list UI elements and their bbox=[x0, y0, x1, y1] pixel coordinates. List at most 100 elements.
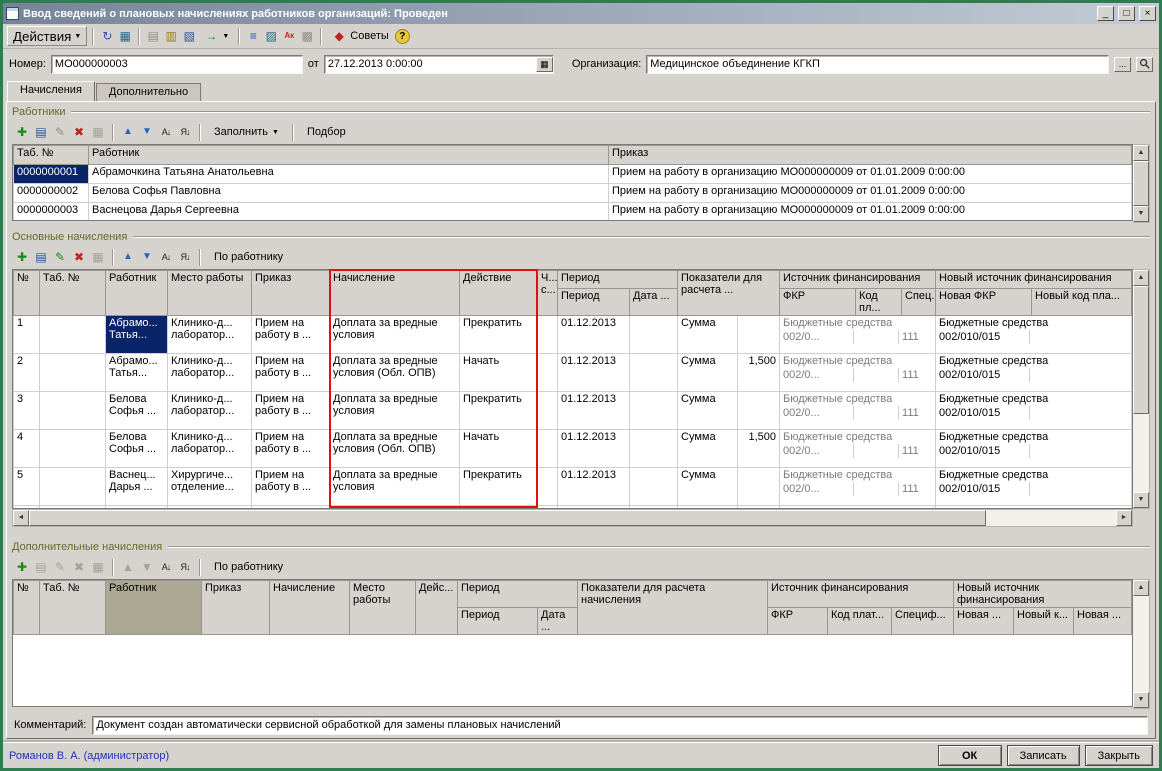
date-input[interactable] bbox=[325, 56, 536, 72]
cell-new-fin-source[interactable]: Бюджетные средства 002/010/015 bbox=[936, 430, 1132, 468]
cell-hours[interactable] bbox=[538, 468, 558, 506]
cell-new-fin-source[interactable]: Бюджетные средства 002/010/015 bbox=[936, 354, 1132, 392]
organization-input[interactable] bbox=[646, 55, 1109, 74]
cell-worker[interactable]: Белова Софья ... bbox=[106, 392, 168, 430]
cell-tab[interactable] bbox=[40, 430, 106, 468]
cell-tab[interactable] bbox=[40, 354, 106, 392]
structure-icon[interactable]: ▨ bbox=[263, 28, 279, 44]
cell-place[interactable]: Клинико-д... лаборатор... bbox=[168, 392, 252, 430]
scroll-up-icon[interactable]: ▲ bbox=[1133, 145, 1149, 161]
close-form-button[interactable]: Закрыть bbox=[1085, 745, 1153, 766]
cell-value[interactable]: 1,500 bbox=[738, 354, 780, 392]
table-row[interactable]: 0000000002 Белова Софья Павловна Прием н… bbox=[14, 184, 1132, 203]
cell-place[interactable]: Клинико-д... лаборатор... bbox=[168, 430, 252, 468]
cell-accrual[interactable]: Доплата за вредные условия bbox=[330, 468, 460, 506]
cell-worker[interactable]: Абрамо... Татья... bbox=[106, 354, 168, 392]
cell-tab[interactable] bbox=[40, 506, 106, 510]
cell-period[interactable]: 01.12.2013 bbox=[558, 506, 630, 510]
sort-asc-icon[interactable]: А↓ bbox=[158, 124, 174, 140]
table-row[interactable]: 2 Абрамо... Татья... Клинико-д... лабора… bbox=[14, 354, 1132, 392]
cell-date[interactable] bbox=[630, 430, 678, 468]
cell-action[interactable]: Начать bbox=[460, 506, 538, 510]
tab-additional[interactable]: Дополнительно bbox=[96, 83, 201, 101]
table-row[interactable]: 6 Васнец... Хирургиче... Прием на ... До… bbox=[14, 506, 1132, 510]
scroll-track[interactable] bbox=[29, 510, 1116, 526]
copy-row-icon[interactable]: ▤ bbox=[33, 124, 49, 140]
by-worker-button[interactable]: По работнику bbox=[207, 249, 290, 265]
cell-new-fin-source[interactable]: Бюджетные средства 002/010/015 bbox=[936, 468, 1132, 506]
edit-row-icon[interactable]: ✎ bbox=[52, 559, 68, 575]
number-input[interactable] bbox=[51, 55, 303, 74]
cell-worker[interactable]: Белова Софья Павловна bbox=[89, 184, 609, 203]
cell-order[interactable]: Прием на работу в организацию МО00000000… bbox=[609, 184, 1132, 203]
scroll-left-icon[interactable]: ◄ bbox=[13, 510, 29, 526]
cell-value[interactable] bbox=[738, 468, 780, 506]
scroll-up-icon[interactable]: ▲ bbox=[1133, 580, 1149, 596]
cell-accrual[interactable]: Доплата за вредные условия bbox=[330, 392, 460, 430]
table-row[interactable]: 4 Белова Софья ... Клинико-д... лаборато… bbox=[14, 430, 1132, 468]
cell-hours[interactable] bbox=[538, 430, 558, 468]
cell-date[interactable] bbox=[630, 506, 678, 510]
minimize-button[interactable]: _ bbox=[1097, 6, 1114, 21]
cell-fin-source[interactable]: Бюджетные средства 002/0...111 bbox=[780, 316, 936, 354]
close-button[interactable]: × bbox=[1139, 6, 1156, 21]
main-vertical-scrollbar[interactable]: ▲ ▼ bbox=[1133, 269, 1150, 509]
sort-asc-icon[interactable]: А↓ bbox=[158, 559, 174, 575]
cell-indicator[interactable]: Сумма bbox=[678, 354, 738, 392]
organization-select-button[interactable]: ... bbox=[1114, 57, 1131, 72]
grid-settings-icon[interactable]: ▦ bbox=[90, 559, 106, 575]
table-row[interactable]: 3 Белова Софья ... Клинико-д... лаборато… bbox=[14, 392, 1132, 430]
cell-order[interactable]: Прием на работу в ... bbox=[252, 468, 330, 506]
move-up-icon[interactable]: ▲ bbox=[120, 559, 136, 575]
cell-tab[interactable] bbox=[40, 316, 106, 354]
move-down-icon[interactable]: ▼ bbox=[139, 559, 155, 575]
cell-value[interactable] bbox=[738, 392, 780, 430]
calendar-button[interactable]: ▦ bbox=[536, 57, 553, 72]
cell-worker[interactable]: Абрамо... Татья... bbox=[106, 316, 168, 354]
help-icon[interactable]: ? bbox=[395, 29, 410, 44]
cell-date[interactable] bbox=[630, 392, 678, 430]
cell-hours[interactable] bbox=[538, 354, 558, 392]
cell-worker[interactable]: Васнец... Дарья ... bbox=[106, 468, 168, 506]
cell-date[interactable] bbox=[630, 354, 678, 392]
cell-order[interactable]: Прием на работу в ... bbox=[252, 354, 330, 392]
cell-indicator[interactable]: Сумма bbox=[678, 316, 738, 354]
add-row-icon[interactable]: ✚ bbox=[14, 249, 30, 265]
cell-tab[interactable]: 0000000002 bbox=[14, 184, 89, 203]
cell-value[interactable]: 1,500 bbox=[738, 506, 780, 510]
maximize-button[interactable]: □ bbox=[1118, 6, 1135, 21]
cell-indicator[interactable]: Сумма bbox=[678, 468, 738, 506]
cell-action[interactable]: Прекратить bbox=[460, 468, 538, 506]
cell-fin-source[interactable]: Бюджетные средства 002/0...111 bbox=[780, 468, 936, 506]
cell-order[interactable]: Прием на работу в организацию МО00000000… bbox=[609, 203, 1132, 222]
scroll-track[interactable] bbox=[1133, 286, 1149, 492]
add-row-icon[interactable]: ✚ bbox=[14, 124, 30, 140]
tab-accruals[interactable]: Начисления bbox=[7, 81, 95, 101]
scroll-track[interactable] bbox=[1133, 161, 1149, 206]
workers-vertical-scrollbar[interactable]: ▲ ▼ bbox=[1133, 144, 1150, 223]
cell-place[interactable]: Хирургиче... bbox=[168, 506, 252, 510]
pick-button[interactable]: Подбор bbox=[300, 124, 353, 140]
scroll-up-icon[interactable]: ▲ bbox=[1133, 270, 1149, 286]
move-down-icon[interactable]: ▼ bbox=[139, 249, 155, 265]
scroll-down-icon[interactable]: ▼ bbox=[1133, 492, 1149, 508]
tips-button[interactable]: ◆ Советы bbox=[327, 26, 392, 46]
cell-num[interactable]: 6 bbox=[14, 506, 40, 510]
cell-new-fin-source[interactable]: Бюджетные средства bbox=[936, 506, 1132, 510]
comment-input[interactable] bbox=[92, 716, 1148, 735]
document-movements-icon[interactable]: ≡ bbox=[245, 28, 261, 44]
cell-accrual[interactable]: Доплата за вредные условия bbox=[330, 316, 460, 354]
additional-vertical-scrollbar[interactable]: ▲ ▼ bbox=[1133, 579, 1150, 709]
edit-row-icon[interactable]: ✎ bbox=[52, 124, 68, 140]
delete-row-icon[interactable]: ✖ bbox=[71, 249, 87, 265]
empty-table-body[interactable] bbox=[14, 635, 1132, 708]
cell-value[interactable] bbox=[738, 316, 780, 354]
cell-num[interactable]: 3 bbox=[14, 392, 40, 430]
cell-date[interactable] bbox=[630, 316, 678, 354]
fill-button[interactable]: Заполнить ▼ bbox=[207, 124, 286, 140]
scroll-down-icon[interactable]: ▼ bbox=[1133, 206, 1149, 222]
open-list-icon[interactable]: ▦ bbox=[117, 28, 133, 44]
cell-accrual[interactable]: Доплата за вредные условия (Обл. ОПВ) bbox=[330, 354, 460, 392]
move-up-icon[interactable]: ▲ bbox=[120, 124, 136, 140]
copy-row-icon[interactable]: ▤ bbox=[33, 249, 49, 265]
